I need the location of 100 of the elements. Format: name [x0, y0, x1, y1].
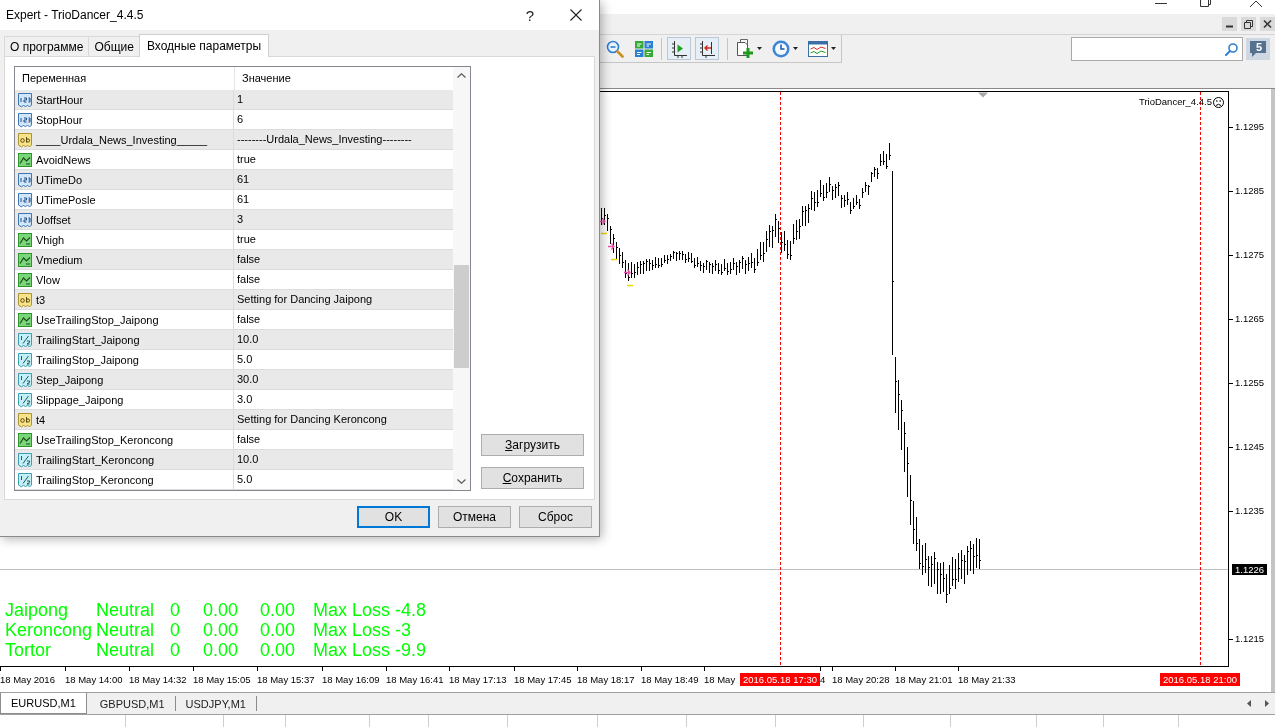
parameter-row[interactable]: ____Urdala_News_Investing_____ --------Urdala_News_Investing--------	[15, 130, 453, 150]
window-tiles-icon[interactable]	[635, 40, 653, 57]
max-loss-text: Max Loss -3	[313, 620, 413, 640]
search-icon[interactable]	[1225, 42, 1238, 56]
arrow-marker-icon	[607, 242, 615, 251]
parameter-value: true	[236, 152, 256, 167]
restore-icon[interactable]	[1200, 0, 1211, 7]
parameter-row[interactable]: t4 Setting for Dancing Keroncong	[15, 410, 453, 430]
parameter-value: 10.0	[236, 452, 259, 467]
strategy-value: 0.00	[203, 640, 240, 660]
minimize-icon[interactable]	[1155, 0, 1167, 5]
parameter-row[interactable]: TrailingStart_Jaipong 10.0	[15, 330, 453, 350]
time-label: 18 May 14:00	[65, 673, 123, 686]
dialog-button[interactable]: Сохранить	[481, 467, 584, 489]
parameter-name: AvoidNews	[36, 152, 91, 167]
time-label: 18 May 21:01	[895, 673, 953, 686]
tab[interactable]: Общие	[88, 36, 140, 56]
auto-scroll-button[interactable]	[695, 37, 719, 60]
caret-icon[interactable]	[831, 47, 836, 50]
time-label: 18 May	[704, 673, 736, 686]
bid-price-label: 1.1226	[1232, 564, 1268, 575]
scrollbar-thumb[interactable]	[454, 265, 469, 368]
parameter-row[interactable]: StopHour 6	[15, 110, 453, 130]
search-field[interactable]	[1071, 37, 1243, 61]
fraction-type-icon	[17, 451, 33, 468]
number-type-icon	[17, 111, 33, 128]
parameter-row[interactable]: Step_Jaipong 30.0	[15, 370, 453, 390]
parameter-value: 5.0	[236, 472, 253, 487]
max-loss-text: Max Loss -9.9	[313, 640, 427, 660]
parameter-row[interactable]: TrailingStop_Keroncong 5.0	[15, 470, 453, 490]
parameter-name: TrailingStart_Keroncong	[36, 452, 155, 467]
parameter-row[interactable]: Uoffset 3	[15, 210, 453, 230]
dash-marker-icon	[626, 284, 634, 287]
parameter-row[interactable]: Vmedium false	[15, 250, 453, 270]
chart-tab[interactable]: EURUSD,M1	[0, 693, 87, 714]
number-type-icon	[17, 211, 33, 228]
fraction-type-icon	[17, 351, 33, 368]
line-graph-icon	[17, 271, 33, 288]
parameter-row[interactable]: UseTrailingStop_Keroncong false	[15, 430, 453, 450]
text-type-icon	[17, 411, 33, 428]
time-label: 18 May 16:41	[386, 673, 444, 686]
document-plus-icon[interactable]	[736, 38, 754, 59]
time-label: 18 May 2016	[0, 673, 55, 686]
close-icon[interactable]	[570, 9, 582, 21]
time-label: 4	[820, 673, 826, 686]
dialog-button[interactable]: Сброс	[519, 506, 592, 528]
chart-shift-button[interactable]	[667, 37, 691, 60]
axes-triangle-icon	[671, 39, 687, 58]
parameter-name: Vmedium	[36, 252, 83, 267]
parameter-row[interactable]: TrailingStop_Jaipong 5.0	[15, 350, 453, 370]
parameter-row[interactable]: Slippage_Jaipong 3.0	[15, 390, 453, 410]
dialog-button[interactable]: Отмена	[438, 506, 511, 528]
caret-icon[interactable]	[757, 47, 762, 50]
parameter-name: UseTrailingStop_Jaipong	[36, 312, 159, 327]
parameter-name: Uoffset	[36, 212, 71, 227]
parameter-row[interactable]: AvoidNews true	[15, 150, 453, 170]
parameter-value: 5.0	[236, 352, 253, 367]
dialog-button[interactable]: Загрузить	[481, 434, 584, 456]
parameter-name: Vlow	[36, 272, 60, 287]
parameter-row[interactable]: t3 Setting for Dancing Jaipong	[15, 290, 453, 310]
strategy-name: Keroncong	[5, 620, 94, 640]
minimize-icon[interactable]	[1222, 17, 1237, 31]
vertical-scrollbar[interactable]	[453, 67, 470, 490]
chart-tab[interactable]: GBPUSD,M1	[89, 696, 176, 711]
scroll-down-icon[interactable]	[457, 479, 466, 484]
clock-icon[interactable]	[772, 39, 790, 58]
parameter-name: StopHour	[36, 112, 83, 127]
parameter-row[interactable]: UTimeDo 61	[15, 170, 453, 190]
parameter-name: UTimeDo	[36, 172, 83, 187]
zoom-out-icon[interactable]	[606, 39, 624, 58]
strategy-value: 0.00	[203, 620, 240, 640]
parameter-value: false	[236, 272, 261, 287]
scroll-up-icon[interactable]	[457, 73, 466, 78]
parameter-row[interactable]: StartHour 1	[15, 90, 453, 110]
tab[interactable]: О программе	[4, 36, 90, 56]
column-header[interactable]: Переменная	[15, 67, 234, 90]
close-icon[interactable]	[1260, 17, 1275, 31]
parameter-row[interactable]: UTimePosle 61	[15, 190, 453, 210]
dialog-button[interactable]: OK	[357, 506, 430, 528]
shift-marker-icon[interactable]	[978, 92, 988, 98]
scroll-left-icon[interactable]	[1247, 700, 1251, 707]
text-type-icon	[17, 291, 33, 308]
caret-icon[interactable]	[793, 47, 798, 50]
scroll-right-icon[interactable]	[1265, 700, 1269, 707]
close-icon[interactable]	[1250, 0, 1262, 7]
max-loss-text: Max Loss -4.8	[313, 600, 427, 620]
help-button[interactable]: ?	[507, 0, 553, 30]
tab[interactable]: Входные параметры	[138, 34, 270, 57]
parameter-row[interactable]: UseTrailingStop_Jaipong false	[15, 310, 453, 330]
parameter-row[interactable]: Vlow false	[15, 270, 453, 290]
chart-window-icon[interactable]	[808, 40, 828, 57]
parameter-value: 30.0	[236, 372, 259, 387]
messages-button[interactable]: 5	[1246, 38, 1270, 60]
chart-tab[interactable]: USDJPY,M1	[175, 696, 257, 711]
strategy-value: 0.00	[203, 600, 240, 620]
parameter-row[interactable]: TrailingStart_Keroncong 10.0	[15, 450, 453, 470]
number-type-icon	[17, 191, 33, 208]
parameter-row[interactable]: Vhigh true	[15, 230, 453, 250]
restore-icon[interactable]	[1241, 17, 1256, 31]
time-label: 18 May 17:45	[514, 673, 572, 686]
